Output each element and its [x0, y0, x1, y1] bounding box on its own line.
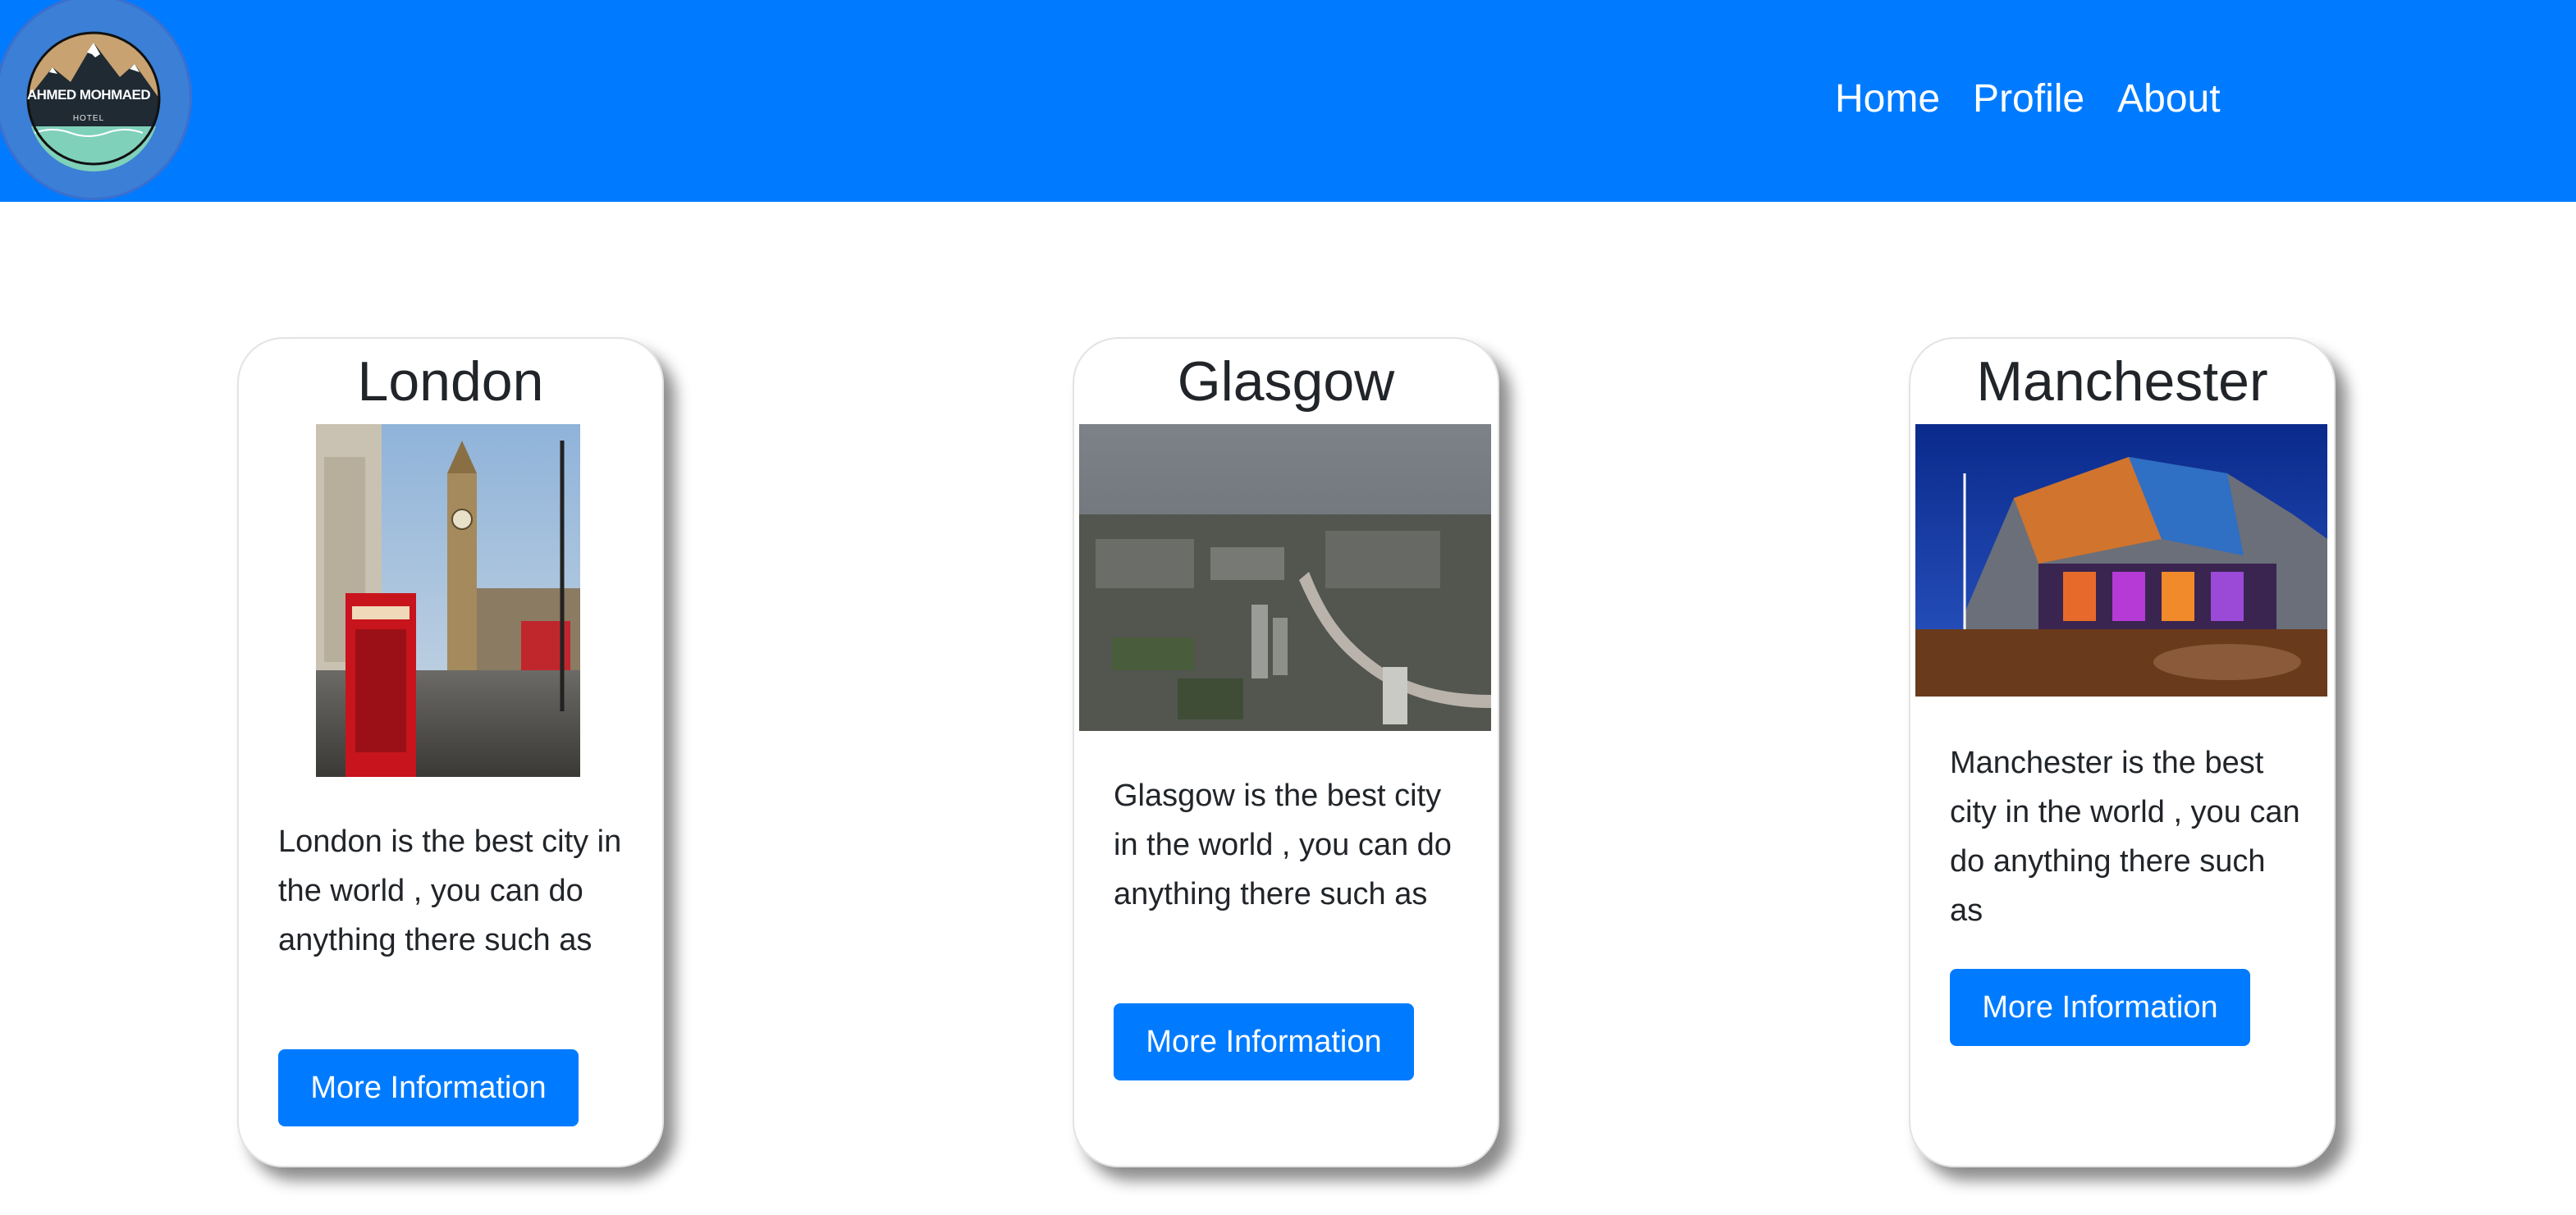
nav-about[interactable]: About: [2117, 72, 2220, 126]
nav-profile[interactable]: Profile: [1973, 72, 2084, 126]
nav-home[interactable]: Home: [1835, 72, 1940, 126]
card-title: Manchester: [1976, 350, 2268, 413]
card-title: London: [357, 350, 544, 413]
london-image: [316, 424, 580, 777]
logo-title: AHMED MOHMAED: [26, 87, 151, 103]
hotel-logo[interactable]: AHMED MOHMAED HOTEL: [0, 0, 192, 200]
card-description: Glasgow is the best city in the world , …: [1114, 779, 1452, 911]
card-description: London is the best city in the world , y…: [278, 824, 622, 957]
more-information-button[interactable]: More Information: [1950, 969, 2250, 1046]
card-description: Manchester is the best city in the world…: [1950, 746, 2300, 928]
city-card-london: London London is the best city in the wo…: [237, 337, 664, 1167]
logo-subtitle: HOTEL: [72, 114, 105, 123]
more-information-button[interactable]: More Information: [1114, 1003, 1414, 1080]
card-title: Glasgow: [1177, 350, 1395, 413]
city-card-glasgow: Glasgow Glasgow is the best city in the …: [1073, 337, 1499, 1167]
navbar: AHMED MOHMAED HOTEL Home Profile About: [0, 0, 2576, 202]
glasgow-image: [1079, 424, 1491, 731]
manchester-image: [1915, 424, 2327, 697]
city-card-manchester: Manchester Manchester is the best city i…: [1909, 337, 2336, 1167]
nav-links: Home Profile About: [1835, 72, 2221, 126]
more-information-button[interactable]: More Information: [278, 1049, 579, 1126]
